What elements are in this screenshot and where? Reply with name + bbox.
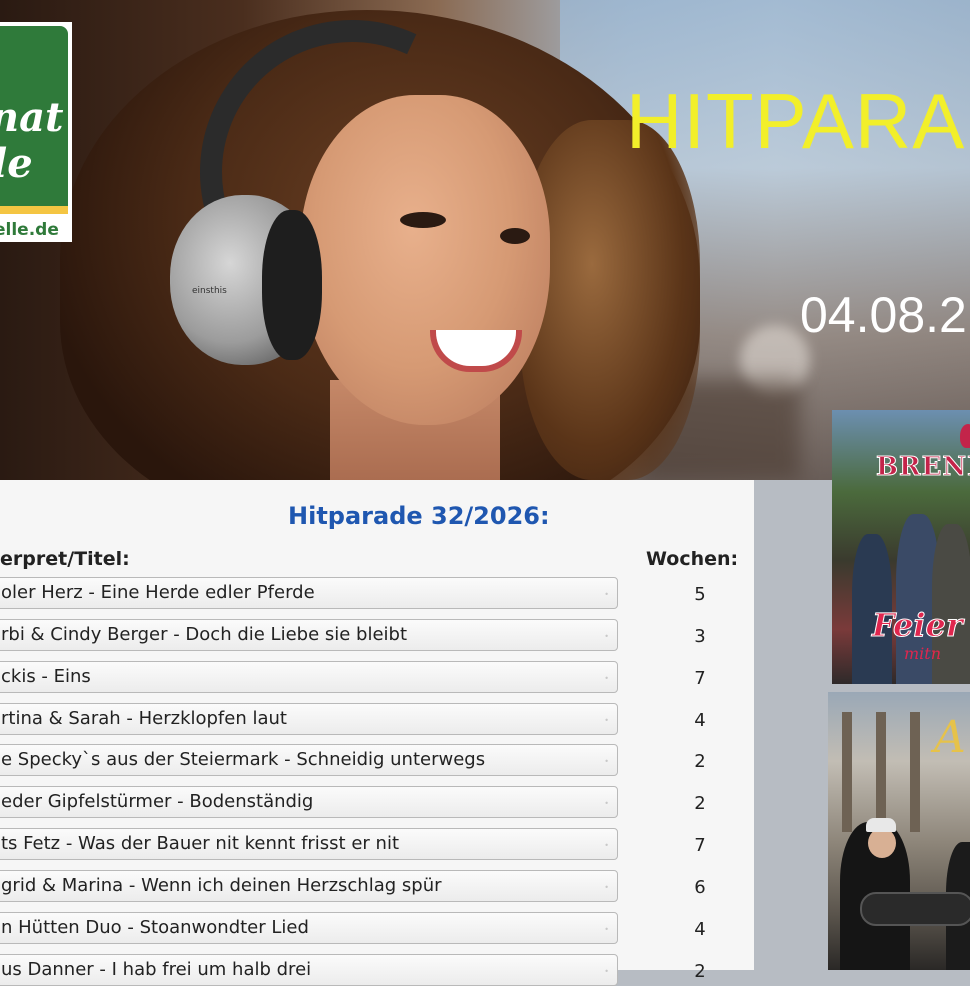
- row-dot-icon: •: [604, 967, 609, 976]
- chart-row-title: eder Gipfelstürmer - Bodenständig: [1, 791, 314, 812]
- chart-heading: Hitparade 32/2026:: [288, 502, 550, 530]
- logo-url: elle.de: [0, 220, 59, 240]
- logo-text-line2: le: [0, 140, 33, 187]
- chart-row-weeks: 4: [694, 710, 706, 731]
- chart-row-weeks: 3: [694, 626, 706, 647]
- chart-row[interactable]: rtina & Sarah - Herzklopfen laut •: [0, 703, 618, 735]
- chart-row-title: rbi & Cindy Berger - Doch die Liebe sie …: [1, 624, 408, 645]
- chart-row-title: rtina & Sarah - Herzklopfen laut: [1, 708, 287, 729]
- row-dot-icon: •: [604, 757, 609, 766]
- chart-row-weeks: 2: [694, 793, 706, 814]
- row-dot-icon: •: [604, 883, 609, 892]
- chart-row[interactable]: eder Gipfelstürmer - Bodenständig •: [0, 786, 618, 818]
- album-brand-text: BRENN: [876, 452, 970, 483]
- hero-date: 04.08.2: [800, 287, 967, 343]
- chart-row-weeks: 6: [694, 877, 706, 898]
- chart-row-title: ts Fetz - Was der Bauer nit kennt frisst…: [1, 833, 400, 854]
- row-dot-icon: •: [604, 632, 609, 641]
- chart-row[interactable]: us Danner - I hab frei um halb drei •: [0, 954, 618, 986]
- musician-head: [868, 828, 896, 858]
- site-logo[interactable]: nat le elle.de: [0, 22, 72, 242]
- building-pillar: [910, 712, 920, 832]
- row-dot-icon: •: [604, 590, 609, 599]
- logo-yellow-stripe: [0, 206, 68, 214]
- flame-icon: [960, 424, 970, 448]
- row-dot-icon: •: [604, 716, 609, 725]
- woman-eye-right: [500, 228, 530, 244]
- headphone-brand-label: einsthis: [192, 286, 227, 296]
- headphone-cushion: [262, 210, 322, 360]
- chart-row-title: grid & Marina - Wenn ich deinen Herzschl…: [1, 875, 442, 896]
- guitar-icon: [860, 892, 970, 926]
- column-header-weeks: Wochen:: [646, 548, 739, 570]
- album-letter-text: A: [934, 712, 966, 763]
- building-pillar: [842, 712, 852, 832]
- chart-row[interactable]: oler Herz - Eine Herde edler Pferde •: [0, 577, 618, 609]
- hero-title: HITPARA: [626, 77, 966, 165]
- album-cover-second[interactable]: A: [828, 692, 970, 970]
- chart-row[interactable]: rbi & Cindy Berger - Doch die Liebe sie …: [0, 619, 618, 651]
- album-script-subtext: mitn: [904, 644, 942, 663]
- chart-row-weeks: 7: [694, 668, 706, 689]
- column-header-artist: erpret/Titel:: [0, 548, 130, 570]
- hero-banner: einsthis nat le elle.de HITPARA 04.08.2: [0, 0, 970, 480]
- chart-row[interactable]: ckis - Eins •: [0, 661, 618, 693]
- chart-row-title: ckis - Eins: [1, 666, 91, 687]
- chart-row-weeks: 7: [694, 835, 706, 856]
- album-script-text: Feier: [872, 606, 964, 645]
- chart-row-title: oler Herz - Eine Herde edler Pferde: [1, 582, 315, 603]
- hitparade-panel: Hitparade 32/2026: erpret/Titel: Wochen:…: [0, 480, 754, 986]
- chart-row-weeks: 4: [694, 919, 706, 940]
- chart-row-weeks: 2: [694, 751, 706, 772]
- row-dot-icon: •: [604, 841, 609, 850]
- chart-row[interactable]: n Hütten Duo - Stoanwondter Lied •: [0, 912, 618, 944]
- album-cover-brenn[interactable]: BRENN Feier mitn: [832, 410, 970, 684]
- row-dot-icon: •: [604, 925, 609, 934]
- row-dot-icon: •: [604, 799, 609, 808]
- chart-row-weeks: 5: [694, 584, 706, 605]
- row-dot-icon: •: [604, 674, 609, 683]
- chart-row-title: e Specky`s aus der Steiermark - Schneidi…: [1, 749, 486, 770]
- building-pillar: [876, 712, 886, 832]
- chart-row-title: n Hütten Duo - Stoanwondter Lied: [1, 917, 309, 938]
- chart-row[interactable]: ts Fetz - Was der Bauer nit kennt frisst…: [0, 828, 618, 860]
- logo-text-line1: nat: [0, 94, 64, 141]
- chart-row-weeks: 2: [694, 961, 706, 982]
- chart-row[interactable]: e Specky`s aus der Steiermark - Schneidi…: [0, 744, 618, 776]
- musician-cap: [866, 818, 896, 832]
- chart-row[interactable]: grid & Marina - Wenn ich deinen Herzschl…: [0, 870, 618, 902]
